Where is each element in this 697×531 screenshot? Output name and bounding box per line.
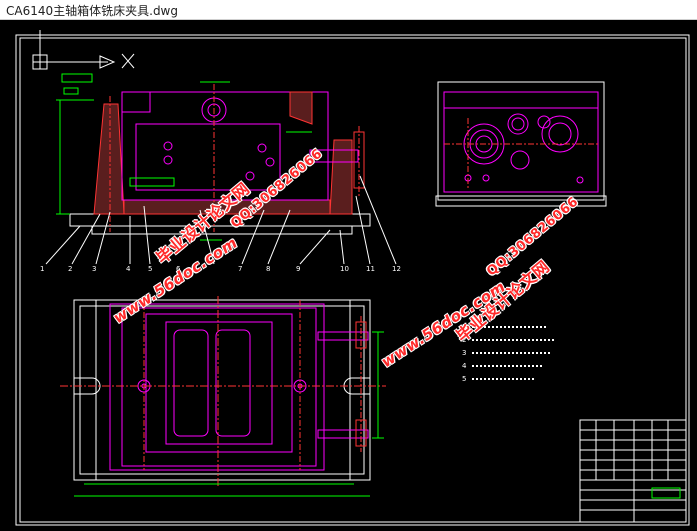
part-label: 9	[296, 265, 300, 273]
requirement-number: 4	[462, 362, 467, 370]
title-block	[579, 419, 687, 523]
ucs-icon	[32, 30, 135, 70]
side-view	[435, 81, 607, 207]
window-title: CA6140主轴箱体铣床夹具.dwg	[6, 4, 178, 18]
part-label: 1	[40, 265, 44, 273]
part-label: 10	[340, 265, 349, 273]
requirement-number: 3	[462, 349, 466, 357]
window-title-bar: CA6140主轴箱体铣床夹具.dwg	[0, 0, 697, 20]
requirement-number: 5	[462, 375, 466, 383]
technical-requirement-lines	[472, 326, 556, 380]
part-label: 2	[68, 265, 72, 273]
part-label: 5	[148, 265, 152, 273]
part-label: 3	[92, 265, 96, 273]
cad-drawing-canvas[interactable]: 1 2 3 4 5 6 7 8 9 10 11 12 1 2 3 4 5	[0, 20, 697, 531]
part-label: 4	[126, 265, 131, 273]
part-label: 7	[238, 265, 242, 273]
part-label: 11	[366, 265, 375, 273]
part-label: 12	[392, 265, 401, 273]
part-label: 8	[266, 265, 270, 273]
top-view	[60, 296, 386, 497]
part-number-labels: 1 2 3 4 5 6 7 8 9 10 11 12	[40, 265, 401, 273]
